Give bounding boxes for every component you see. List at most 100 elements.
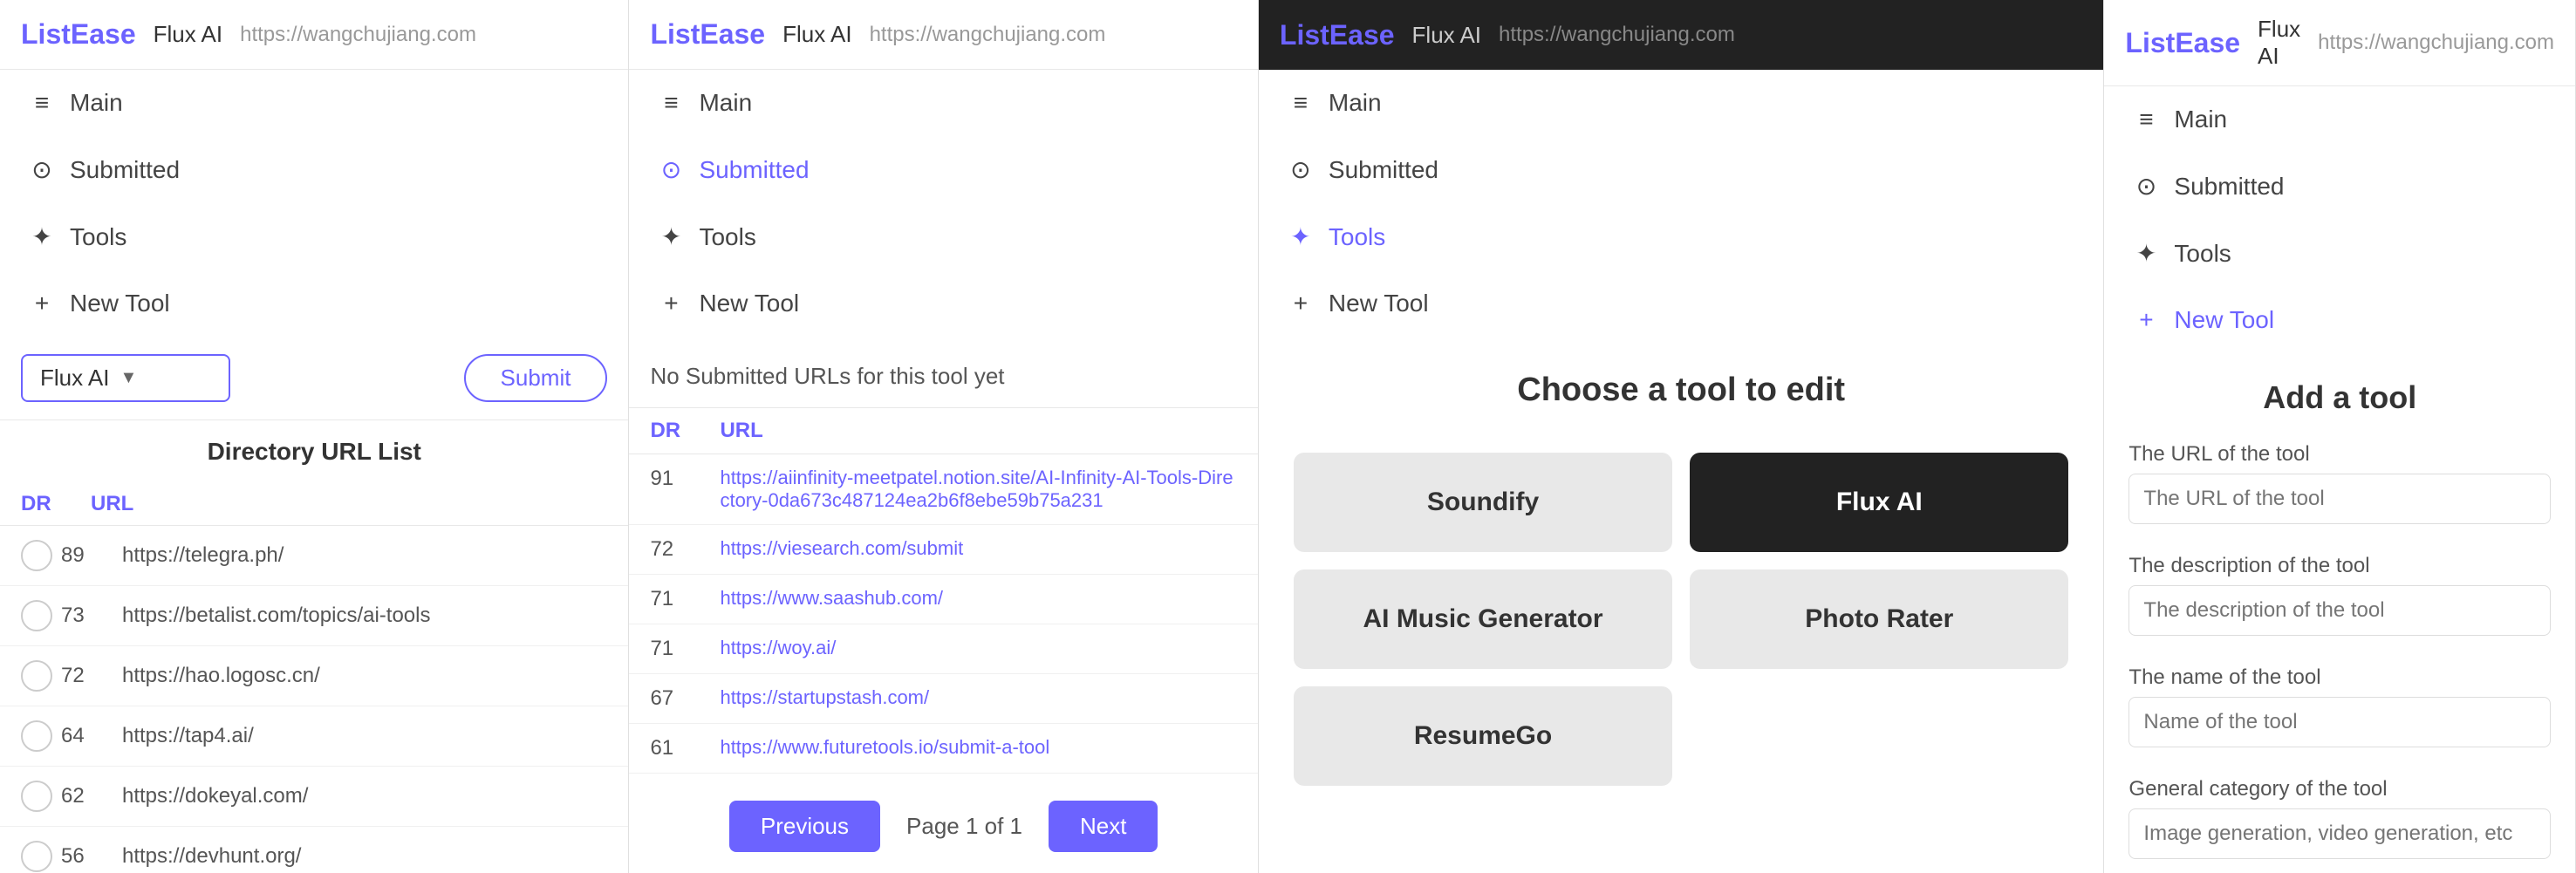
panel2-nav-submitted[interactable]: ⊙ Submitted <box>629 136 1257 203</box>
row-dr: 62 <box>61 784 113 808</box>
panel1-sitename: Flux AI <box>154 21 222 48</box>
tool-card-flux-ai-label: Flux AI <box>1836 488 1923 516</box>
panel4-main-label: Main <box>2174 106 2227 133</box>
row-radio[interactable] <box>21 600 52 631</box>
row-radio[interactable] <box>21 660 52 692</box>
panel1-nav-newtool[interactable]: + New Tool <box>0 270 628 337</box>
previous-button[interactable]: Previous <box>729 801 880 852</box>
row-url: https://telegra.ph/ <box>122 543 607 568</box>
row-radio[interactable] <box>21 540 52 571</box>
panel3-nav-main[interactable]: ≡ Main <box>1259 70 2104 136</box>
sub-row: 61 https://www.futuretools.io/submit-a-t… <box>629 724 1257 774</box>
panel1-main-icon: ≡ <box>28 89 56 117</box>
panel1-newtool-icon: + <box>28 290 56 317</box>
dir-table-body: 89 https://telegra.ph/ 73 https://betali… <box>0 526 628 873</box>
sub-row-dr: 91 <box>650 467 702 491</box>
chevron-down-icon: ▼ <box>120 368 137 388</box>
panel1-nav-submitted[interactable]: ⊙ Submitted <box>0 136 628 203</box>
panel2-logo: ListEase <box>650 18 765 51</box>
panel2-newtool-icon: + <box>657 290 685 317</box>
panel2-newtool-label: New Tool <box>699 290 799 317</box>
panel4-nav-submitted[interactable]: ⊙ Submitted <box>2104 153 2575 220</box>
panel2-submitted-icon: ⊙ <box>657 155 685 184</box>
panel3-tools-label: Tools <box>1329 223 1385 251</box>
panel4-nav: ≡ Main ⊙ Submitted ✦ Tools + New Tool <box>2104 86 2575 353</box>
table-row: 89 https://telegra.ph/ <box>0 526 628 586</box>
panel1-controls: Flux AI ▼ Submit <box>0 337 628 420</box>
panel4-nav-main[interactable]: ≡ Main <box>2104 86 2575 153</box>
tool-card-resumego[interactable]: ResumeGo <box>1294 686 1672 786</box>
panel1-nav: ≡ Main ⊙ Submitted ✦ Tools + New Tool <box>0 70 628 337</box>
panel2-nav: ≡ Main ⊙ Submitted ✦ Tools + New Tool <box>629 70 1257 337</box>
panel1-nav-main[interactable]: ≡ Main <box>0 70 628 136</box>
tool-card-ai-music-generator[interactable]: AI Music Generator <box>1294 569 1672 669</box>
panel4-nav-tools[interactable]: ✦ Tools <box>2104 220 2575 287</box>
panel2-nav-newtool[interactable]: + New Tool <box>629 270 1257 337</box>
panel2-topbar: ListEase Flux AI https://wangchujiang.co… <box>629 0 1257 70</box>
panel3-main-label: Main <box>1329 89 1382 117</box>
sub-row-url: https://startupstash.com/ <box>720 686 1236 709</box>
sub-row-dr: 71 <box>650 637 702 661</box>
sub-row-url: https://www.saashub.com/ <box>720 587 1236 610</box>
panel2-submitted-label: Submitted <box>699 156 809 184</box>
panel3-nav: ≡ Main ⊙ Submitted ✦ Tools + New Tool <box>1259 70 2104 337</box>
dir-table-header: DR URL <box>0 483 628 526</box>
category-input[interactable] <box>2128 808 2551 859</box>
panel3-nav-submitted[interactable]: ⊙ Submitted <box>1259 136 2104 203</box>
panel1-submitted-icon: ⊙ <box>28 155 56 184</box>
next-button[interactable]: Next <box>1049 801 1158 852</box>
panel3-submitted-icon: ⊙ <box>1287 155 1315 184</box>
submit-button[interactable]: Submit <box>464 354 608 402</box>
name-input[interactable] <box>2128 697 2551 747</box>
panel3-nav-newtool[interactable]: + New Tool <box>1259 270 2104 337</box>
panel3-nav-tools[interactable]: ✦ Tools <box>1259 203 2104 270</box>
sub-row-dr: 67 <box>650 686 702 711</box>
no-submitted-msg: No Submitted URLs for this tool yet <box>629 337 1257 408</box>
panel1-siteurl: https://wangchujiang.com <box>240 23 607 47</box>
row-radio[interactable] <box>21 720 52 752</box>
sub-row: 71 https://woy.ai/ <box>629 624 1257 674</box>
sub-row: 91 https://aiinfinity-meetpatel.notion.s… <box>629 454 1257 525</box>
table-row: 62 https://dokeyal.com/ <box>0 767 628 827</box>
panel4-newtool-label: New Tool <box>2174 306 2274 334</box>
tool-card-soundify[interactable]: Soundify <box>1294 453 1672 552</box>
desc-input[interactable] <box>2128 585 2551 636</box>
desc-section: The description of the tool <box>2104 545 2575 657</box>
panel-submitted: ListEase Flux AI https://wangchujiang.co… <box>629 0 1258 873</box>
form-title: Add a tool <box>2104 353 2575 433</box>
tool-dropdown[interactable]: Flux AI ▼ <box>21 354 230 402</box>
url-input[interactable] <box>2128 474 2551 524</box>
tool-card-soundify-label: Soundify <box>1427 488 1539 516</box>
panel2-nav-tools[interactable]: ✦ Tools <box>629 203 1257 270</box>
col-url-header: URL <box>91 492 607 516</box>
sub-row: 67 https://startupstash.com/ <box>629 674 1257 724</box>
panel2-siteurl: https://wangchujiang.com <box>870 23 1237 47</box>
row-dr: 73 <box>61 604 113 628</box>
panel1-topbar: ListEase Flux AI https://wangchujiang.co… <box>0 0 628 70</box>
sub-row-url: https://woy.ai/ <box>720 637 1236 659</box>
url-label: The URL of the tool <box>2128 442 2551 467</box>
row-url: https://betalist.com/topics/ai-tools <box>122 604 607 628</box>
panel1-nav-tools[interactable]: ✦ Tools <box>0 203 628 270</box>
panel1-submitted-label: Submitted <box>70 156 180 184</box>
panel3-main-icon: ≡ <box>1287 89 1315 117</box>
sub-table-body: 91 https://aiinfinity-meetpatel.notion.s… <box>629 454 1257 780</box>
tool-card-photo-rater[interactable]: Photo Rater <box>1690 569 2068 669</box>
panel1-main-label: Main <box>70 89 123 117</box>
panel2-nav-main[interactable]: ≡ Main <box>629 70 1257 136</box>
row-dr: 64 <box>61 724 113 748</box>
tool-card-photo-rater-label: Photo Rater <box>1805 604 1953 633</box>
panel4-nav-newtool[interactable]: + New Tool <box>2104 287 2575 353</box>
panel1-logo: ListEase <box>21 18 136 51</box>
tool-card-flux-ai[interactable]: Flux AI <box>1690 453 2068 552</box>
sub-col-dr: DR <box>650 419 720 443</box>
sub-row-dr: 72 <box>650 537 702 562</box>
tool-card-resumego-label: ResumeGo <box>1414 721 1552 750</box>
sub-row: 72 https://viesearch.com/submit <box>629 525 1257 575</box>
panel3-topbar-dark: ListEase Flux AI https://wangchujiang.co… <box>1259 0 2104 70</box>
row-radio[interactable] <box>21 841 52 872</box>
row-radio[interactable] <box>21 781 52 812</box>
panel2-tools-icon: ✦ <box>657 222 685 251</box>
panel4-submitted-icon: ⊙ <box>2132 172 2160 201</box>
table-row: 56 https://devhunt.org/ <box>0 827 628 873</box>
